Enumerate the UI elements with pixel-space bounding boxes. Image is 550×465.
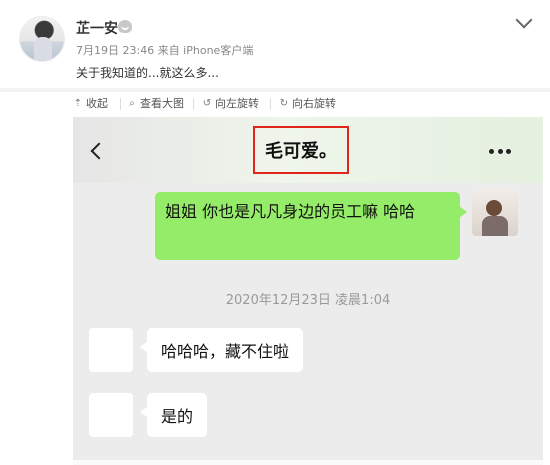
rotate-right-icon: ↻ bbox=[279, 97, 289, 109]
collapse-icon: ⇡ bbox=[73, 97, 83, 109]
message-timestamp: 2020年12月23日 凌晨1:04 bbox=[225, 293, 391, 308]
post-text: 关于我知道的...就这么多... bbox=[76, 66, 219, 80]
sender-avatar bbox=[472, 190, 518, 236]
back-arrow-icon bbox=[90, 142, 108, 160]
post-meta: 7月19日 23:46 来自 iPhone客户端 bbox=[76, 44, 254, 57]
outgoing-message: 姐姐 你也是凡凡身边的员工嘛 哈哈 bbox=[155, 192, 467, 260]
incoming-message: 是的 bbox=[139, 393, 208, 437]
chevron-down-icon[interactable] bbox=[515, 11, 533, 29]
avatar[interactable] bbox=[19, 16, 65, 62]
username[interactable]: 芷一安 bbox=[76, 18, 118, 38]
chat-title: 毛可爱。 bbox=[265, 141, 337, 162]
post-header: 芷一安 7月19日 23:46 来自 iPhone客户端 关于我知道的...就这… bbox=[0, 0, 550, 88]
collapse-label: 收起 bbox=[86, 97, 108, 110]
view-large-button[interactable]: ⌕ 查看大图 bbox=[127, 95, 184, 111]
view-large-label: 查看大图 bbox=[140, 97, 184, 110]
rotate-left-label: 向左旋转 bbox=[215, 97, 259, 110]
contact-avatar bbox=[89, 328, 133, 372]
incoming-message: 哈哈哈，藏不住啦 bbox=[139, 328, 304, 372]
image-toolbar: ⇡ 收起 ⌕ 查看大图 ↺ 向左旋转 ↻ 向右旋转 bbox=[0, 92, 550, 116]
contact-avatar bbox=[89, 393, 133, 437]
divider bbox=[120, 98, 121, 110]
rotate-right-button[interactable]: ↻ 向右旋转 bbox=[279, 95, 336, 111]
highlight-box: 毛可爱。 bbox=[253, 126, 349, 174]
search-icon: ⌕ bbox=[129, 97, 135, 109]
divider bbox=[193, 98, 194, 110]
more-icon bbox=[489, 149, 511, 154]
input-bar-edge bbox=[73, 460, 543, 465]
rotate-left-button[interactable]: ↺ 向左旋转 bbox=[202, 95, 259, 111]
chat-header: 毛可爱。 bbox=[73, 117, 543, 183]
crown-badge-icon bbox=[118, 20, 132, 33]
rotate-left-icon: ↺ bbox=[202, 97, 212, 109]
chat-screenshot[interactable]: 毛可爱。 姐姐 你也是凡凡身边的员工嘛 哈哈 2020年12月23日 凌晨1:0… bbox=[73, 117, 543, 465]
collapse-button[interactable]: ⇡ 收起 bbox=[73, 95, 108, 111]
rotate-right-label: 向右旋转 bbox=[292, 97, 336, 110]
divider bbox=[270, 98, 271, 110]
